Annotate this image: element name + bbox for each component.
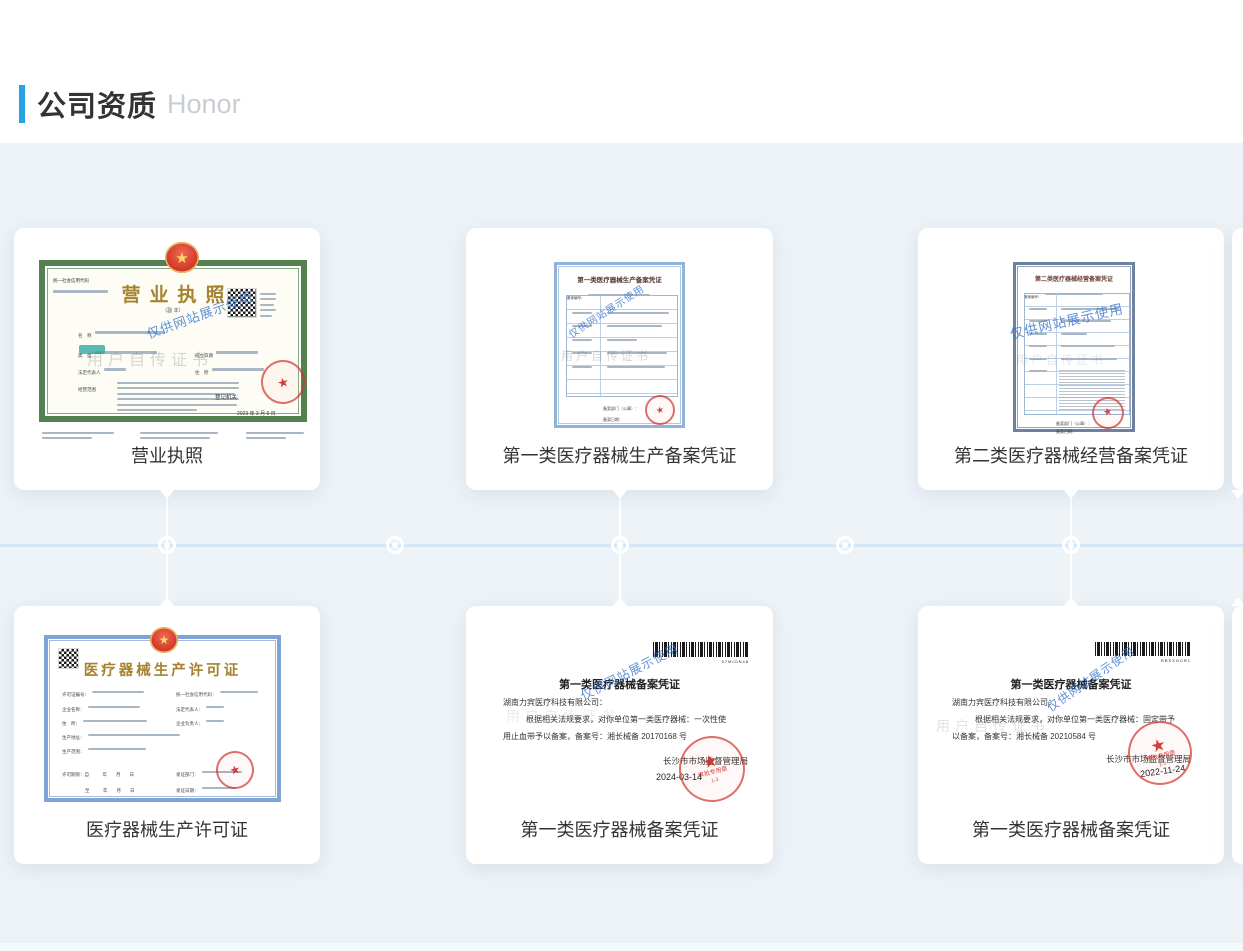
record-dept-label: 备案部门（公章）：: [1056, 421, 1092, 427]
accent-bar: [19, 85, 25, 123]
watermark-user: 用户自传证书: [1016, 351, 1106, 368]
timeline-node: [158, 536, 176, 554]
label-manager: 企业负责人：: [176, 721, 203, 726]
seal-number: 1-3: [711, 777, 720, 785]
next-card-partial[interactable]: [1232, 606, 1243, 864]
card-caption: 第二类医疗器械经营备案凭证: [918, 442, 1224, 468]
business-license-image: 统一社会信用代码 营业执照 （副 本） 名 称 类 型 成立日期 法定代表人 住…: [39, 260, 307, 422]
label-issue-date: 发证日期：: [176, 788, 199, 793]
certificate-title: 第二类医疗器械经营备案凭证: [1016, 274, 1132, 283]
page-subtitle: Honor: [167, 89, 241, 120]
card-caption: 医疗器械生产许可证: [14, 816, 320, 842]
official-seal: ★ 审批专用章 1-3: [1121, 714, 1199, 792]
watermark-user: 用户自传证书: [936, 716, 1050, 736]
watermark-user: 用户自传证书: [506, 706, 620, 726]
certificate-card-class1-record-1[interactable]: 07MION48 第一类医疗器械备案凭证 湖南力宾医疗科技有限公司： 根据相关法…: [466, 606, 773, 864]
redacted-text-block: [140, 428, 218, 443]
permit-title: 医疗器械生产许可证: [48, 659, 277, 680]
label-license-no: 许可证编号：: [62, 692, 89, 697]
timeline-node: [836, 536, 854, 554]
timeline-node: [611, 536, 629, 554]
redacted-text-block: [246, 428, 304, 443]
label-credit-code: 统一社会信用代码：: [176, 692, 217, 697]
timeline-node: [1062, 536, 1080, 554]
watermark-site: 仅供网站展示使用: [577, 638, 682, 704]
document-line1: 湖南力宾医疗科技有限公司：: [952, 697, 1056, 708]
redacted-text-block: [42, 428, 114, 443]
certificate-card-class1-production[interactable]: 第一类医疗器械生产备案凭证 备案编号： 备案部门（公章）： 备案日期： ★ 仅供…: [466, 228, 773, 490]
official-seal: ★: [256, 355, 309, 408]
label-term-to: 至 年 月 日: [85, 788, 135, 793]
timeline-node: [386, 536, 404, 554]
page-title: 公司资质: [37, 83, 157, 125]
label-issuer: 发证部门：: [176, 772, 199, 777]
official-seal: ★: [642, 392, 678, 428]
certificate-card-production-permit[interactable]: ★ 医疗器械生产许可证 许可证编号： 统一社会信用代码： 企业名称： 法定代表人…: [14, 606, 320, 864]
record-date-label: 备案日期：: [603, 417, 623, 423]
registrar-label: 登记机关: [215, 393, 237, 401]
card-caption: 第一类医疗器械备案凭证: [466, 816, 773, 842]
permit-image: 医疗器械生产许可证 许可证编号： 统一社会信用代码： 企业名称： 法定代表人： …: [44, 635, 281, 802]
redacted-text-block: [260, 289, 276, 320]
watermark-user: 用户自传证书: [87, 346, 213, 370]
seal-number: 1-3: [1159, 761, 1168, 769]
certificate-title: 第一类医疗器械生产备案凭证: [557, 274, 682, 284]
document-line3: 用止血带予以备案，备案号：湘长械备 20170168 号: [503, 731, 687, 742]
card-caption: 第一类医疗器械备案凭证: [918, 816, 1224, 842]
field-label-legal: 法定代表人: [78, 370, 101, 375]
label-term-from: 许可期限：自 年 月 日: [62, 772, 134, 777]
certificate-card-class1-record-2[interactable]: RBSXOCR1 第一类医疗器械备案凭证 湖南力宾医疗科技有限公司： 根据相关法…: [918, 606, 1224, 864]
field-label-address: 住 所: [195, 370, 209, 375]
label-scope: 生产范围：: [62, 749, 85, 754]
card-caption: 营业执照: [14, 442, 320, 468]
certificate-image: 第一类医疗器械生产备案凭证 备案编号： 备案部门（公章）： 备案日期： ★ 仅供…: [554, 262, 685, 428]
issue-date: 2023 年 3 月 9 日: [237, 410, 276, 417]
redacted-text-block: [1029, 297, 1047, 383]
card-caption: 第一类医疗器械生产备案凭证: [466, 442, 773, 468]
certificate-card-class2-operation[interactable]: 第二类医疗器械经营备案凭证 备案编号： 备案部门（公章）： 备案日期： ★ 仅供…: [918, 228, 1224, 490]
certificate-table: [566, 295, 678, 397]
certificate-image: 第二类医疗器械经营备案凭证 备案编号： 备案部门（公章）： 备案日期： ★ 仅供…: [1013, 262, 1135, 432]
record-dept-label: 备案部门（公章）：: [603, 406, 639, 412]
certificate-card-business-license[interactable]: ★ 统一社会信用代码 营业执照 （副 本） 名 称 类 型 成立日期 法定代表人…: [14, 228, 320, 490]
field-label-name: 名 称: [78, 333, 92, 338]
national-emblem-icon: ★: [165, 242, 199, 273]
watermark-user: 用户自传证书: [561, 347, 651, 364]
next-card-partial[interactable]: [1232, 228, 1243, 490]
national-emblem-icon: ★: [150, 627, 178, 653]
record-date-label: 备案日期：: [1056, 429, 1076, 435]
field-label-scope: 经营范围: [78, 387, 96, 392]
section-header: 公司资质 Honor: [19, 84, 241, 124]
